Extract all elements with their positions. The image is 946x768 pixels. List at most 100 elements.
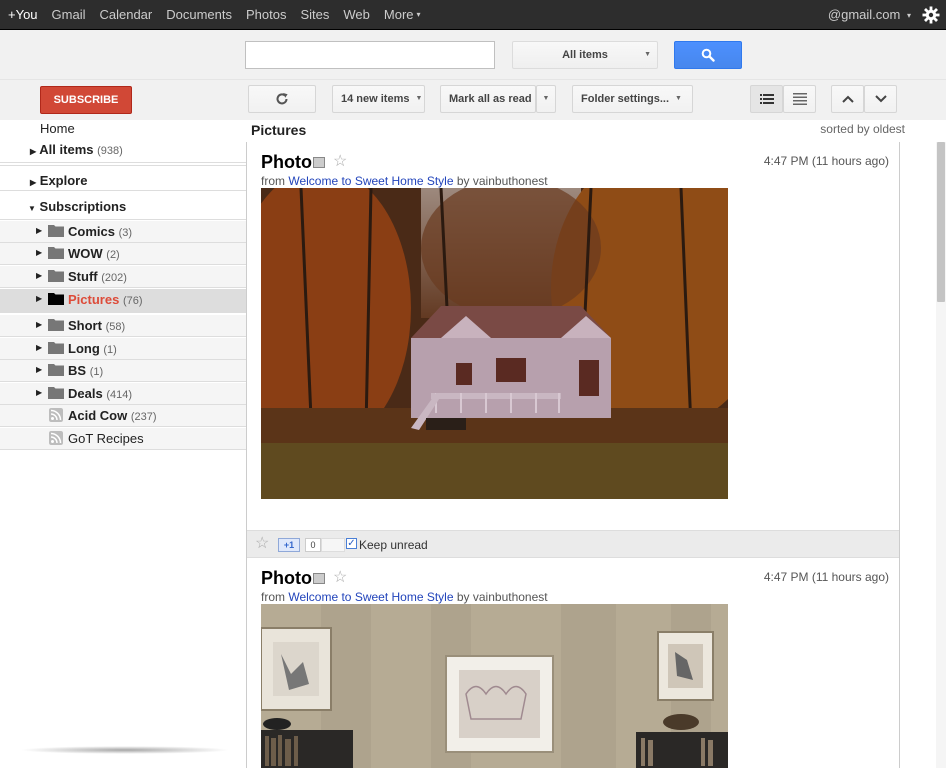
triangle-down-icon: ▼ (28, 204, 36, 213)
star-icon[interactable]: ☆ (333, 567, 347, 587)
triangle-right-icon: ▶ (30, 178, 37, 187)
sidebar-feed-acid-cow[interactable]: Acid Cow (237) (0, 405, 246, 427)
refresh-button[interactable] (248, 85, 316, 113)
entry-image-interior-art[interactable] (261, 604, 728, 768)
scrollbar-thumb[interactable] (937, 142, 945, 302)
sidebar-folder-deals[interactable]: ▶ Deals (414) (0, 383, 246, 405)
sidebar: Home ▶ All items (938) ▶ Explore ▼ Subsc… (0, 120, 246, 768)
next-item-button[interactable] (864, 85, 897, 113)
triangle-right-icon: ▶ (36, 343, 43, 352)
sidebar-folder-short[interactable]: ▶ Short (58) (0, 315, 246, 337)
top-navigation-bar: +You Gmail Calendar Documents Photos Sit… (0, 0, 946, 30)
chevron-down-icon: ▼ (644, 51, 651, 58)
triangle-right-icon: ▶ (36, 271, 43, 280)
new-items-filter-button[interactable]: 14 new items ▼ (332, 85, 425, 113)
sidebar-folder-pictures[interactable]: ▶ Pictures (76) (0, 289, 246, 313)
folder-icon (48, 319, 64, 331)
external-link-icon[interactable] (313, 573, 325, 584)
plus-one-count: 0 (305, 538, 321, 552)
keep-unread-label[interactable]: Keep unread (359, 538, 428, 552)
from-prefix: from (261, 590, 285, 604)
chevron-down-icon (874, 95, 887, 103)
entry-title[interactable]: Photo (261, 152, 312, 173)
entry-source-link[interactable]: Welcome to Sweet Home Style (288, 174, 453, 188)
folder-label: Pictures (76) (68, 292, 143, 307)
sidebar-all-items[interactable]: ▶ All items (938) (30, 142, 240, 157)
nav-link-sites[interactable]: Sites (292, 0, 335, 30)
subscribe-button[interactable]: SUBSCRIBE (40, 86, 132, 114)
external-link-icon[interactable] (313, 157, 325, 168)
account-menu[interactable]: @gmail.com ▾ (828, 0, 911, 31)
triangle-right-icon: ▶ (36, 388, 43, 397)
new-items-label: 14 new items (341, 93, 410, 105)
account-email: @gmail.com (827, 7, 901, 22)
divider (0, 190, 246, 191)
list-view-icon (792, 93, 807, 105)
entry[interactable]: Photo ☆ 4:47 PM (11 hours ago) from Welc… (247, 560, 899, 768)
nav-link-photos[interactable]: Photos (238, 0, 292, 30)
nav-link-web[interactable]: Web (335, 0, 376, 30)
sidebar-folder-comics[interactable]: ▶ Comics (3) (0, 221, 246, 243)
entry-source-link[interactable]: Welcome to Sweet Home Style (288, 590, 453, 604)
divider (0, 162, 246, 163)
sidebar-folder-stuff[interactable]: ▶ Stuff (202) (0, 266, 246, 288)
search-scope-value: All items (562, 49, 608, 61)
share-count-box (321, 538, 345, 552)
entry-title[interactable]: Photo (261, 568, 312, 589)
sidebar-feed-got-recipes[interactable]: GoT Recipes (0, 428, 246, 450)
star-icon[interactable]: ☆ (333, 151, 347, 171)
entry-image-autumn-cottage[interactable] (261, 188, 728, 499)
expanded-view-button[interactable] (750, 85, 783, 113)
mark-all-read-dropdown[interactable]: ▼ (536, 85, 556, 113)
search-scope-select[interactable]: All items ▼ (512, 41, 658, 69)
chevron-down-icon: ▼ (542, 95, 550, 103)
list-view-button[interactable] (783, 85, 816, 113)
folder-label: BS (1) (68, 363, 104, 378)
entry-author: by vainbuthonest (456, 174, 548, 188)
stream-header: Pictures sorted by oldest (246, 120, 910, 142)
settings-button[interactable] (916, 0, 946, 30)
nav-link-documents[interactable]: Documents (158, 0, 238, 30)
search-input[interactable] (245, 41, 495, 69)
nav-link-calendar[interactable]: Calendar (91, 0, 158, 30)
sidebar-home[interactable]: Home (40, 121, 240, 136)
mark-all-read-button[interactable]: Mark all as read (440, 85, 536, 113)
entry-time: 4:47 PM (11 hours ago) (763, 154, 889, 168)
triangle-right-icon: ▶ (36, 226, 43, 235)
sidebar-folder-wow[interactable]: ▶ WOW (2) (0, 243, 246, 265)
nav-link-gmail[interactable]: Gmail (44, 0, 92, 30)
more-label: More (383, 6, 414, 22)
sidebar-folder-long[interactable]: ▶ Long (1) (0, 338, 246, 360)
sort-order-label[interactable]: sorted by oldest (820, 122, 905, 136)
folder-icon (48, 225, 64, 237)
nav-link-more[interactable]: More ▾ (376, 0, 427, 30)
subscriptions-label: Subscriptions (39, 199, 127, 214)
chevron-up-icon (841, 95, 854, 103)
folder-icon (48, 247, 64, 259)
rss-feed-icon (49, 431, 63, 445)
refresh-icon (276, 93, 288, 105)
folder-label: Short (58) (68, 318, 126, 333)
previous-item-button[interactable] (831, 85, 864, 113)
sidebar-subscriptions[interactable]: ▼ Subscriptions (28, 199, 238, 214)
sidebar-explore[interactable]: ▶ Explore (30, 173, 240, 188)
search-button[interactable] (674, 41, 742, 69)
plus-one-button[interactable]: +1 (278, 538, 300, 552)
nav-link-plus-you[interactable]: +You (0, 0, 44, 30)
feed-label: GoT Recipes (68, 431, 144, 446)
all-items-count: (938) (97, 145, 123, 157)
keep-unread-checkbox[interactable]: ✓ (346, 538, 357, 549)
sidebar-shadow (20, 746, 230, 754)
stream-title: Pictures (251, 122, 307, 138)
entry[interactable]: Photo ☆ 4:47 PM (11 hours ago) from Welc… (247, 142, 899, 530)
triangle-right-icon: ▶ (30, 147, 37, 156)
triangle-right-icon: ▶ (36, 248, 43, 257)
folder-icon (48, 387, 64, 399)
star-icon[interactable]: ☆ (255, 533, 269, 553)
sidebar-folder-bs[interactable]: ▶ BS (1) (0, 360, 246, 382)
folder-icon (48, 293, 64, 305)
folder-settings-button[interactable]: Folder settings... ▼ (572, 85, 693, 113)
folder-label: Stuff (202) (68, 269, 127, 284)
chevron-down-icon: ▼ (415, 95, 423, 103)
folder-icon (48, 364, 64, 376)
